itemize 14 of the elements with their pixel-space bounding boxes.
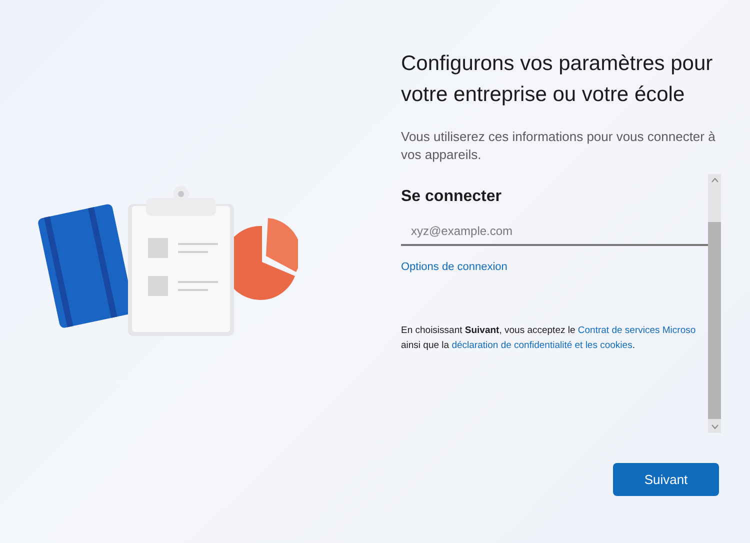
scroll-up-icon[interactable] <box>710 177 718 183</box>
description-text: Vous utiliserez ces informations pour vous connecter à vos appareils. <box>401 128 716 164</box>
signin-options-link[interactable]: Options de connexion <box>401 261 508 273</box>
email-input-field[interactable]: xyz@example.com <box>401 218 708 246</box>
clipboard-icon <box>128 186 234 336</box>
scrollbar-thumb[interactable] <box>708 222 721 419</box>
signin-heading: Se connecter <box>401 188 502 206</box>
services-agreement-link[interactable]: Contrat de services Microso <box>578 325 696 336</box>
next-button[interactable]: Suivant <box>613 463 719 496</box>
legal-text: En choisissant Suivant, vous acceptez le Contrat de services Microso ainsi que la déclaration de confidentialité et les cookies. <box>401 324 697 353</box>
scroll-down-icon[interactable] <box>710 424 718 430</box>
scrollbar[interactable] <box>708 174 721 433</box>
privacy-statement-link[interactable]: déclaration de confidentialité et les cookies <box>452 340 632 351</box>
page-heading: Configurons vos paramètres pour votre entreprise ou votre école <box>401 51 714 108</box>
